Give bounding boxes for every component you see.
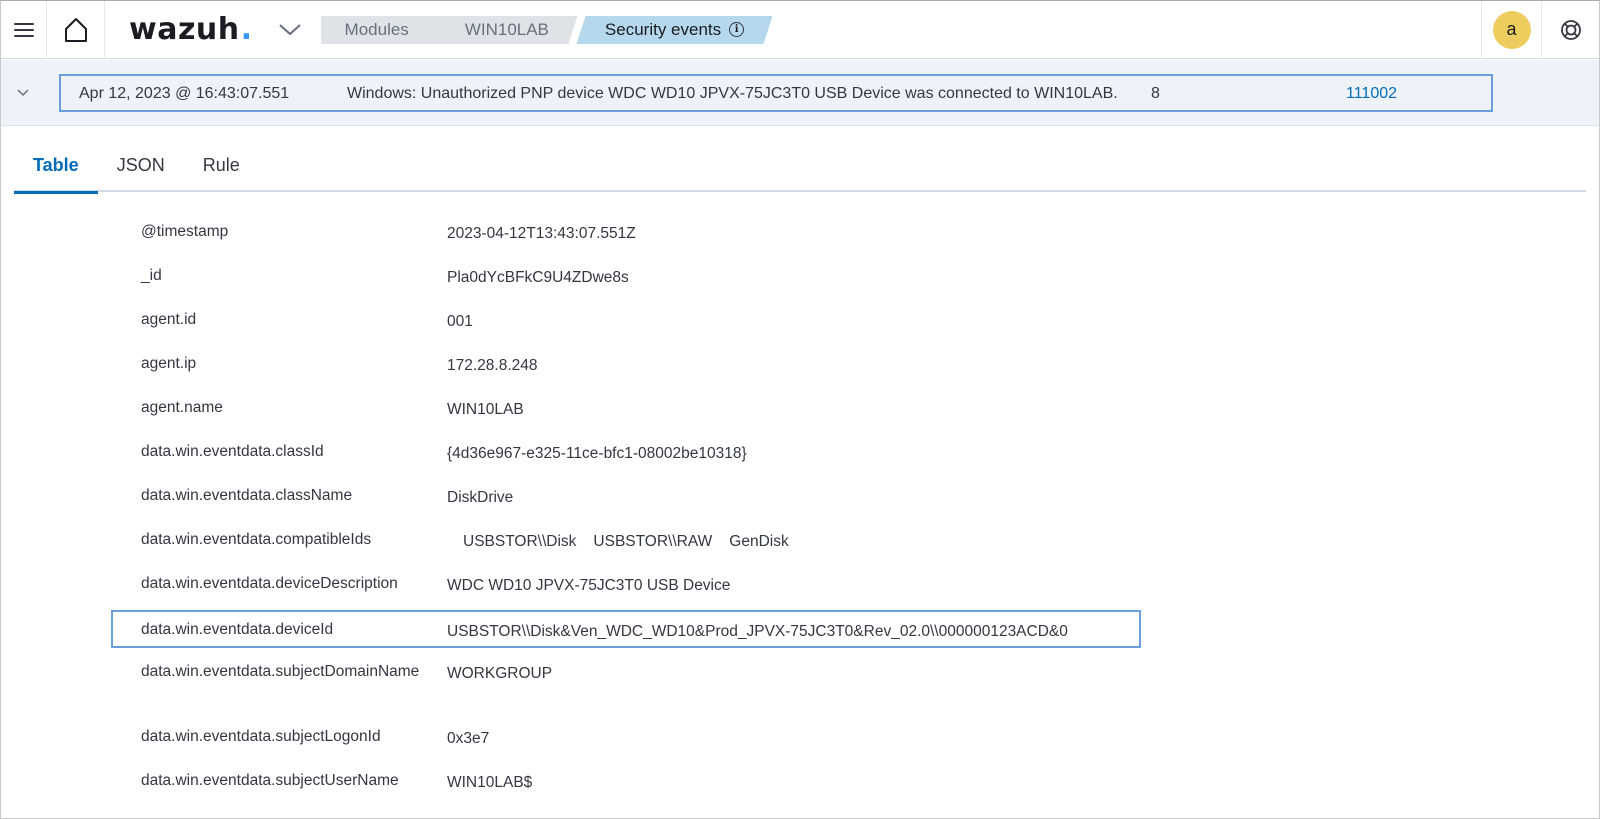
field-name: data.win.eventdata.compatibleIds (141, 531, 372, 548)
field-value: {4d36e967-e325-11ce-bfc1-08002be10318} (447, 445, 747, 462)
event-summary-band: Apr 12, 2023 @ 16:43:07.551 Windows: Una… (1, 60, 1599, 126)
field-value: 0x3e7 (447, 730, 490, 747)
field-value: WDC WD10 JPVX-75JC3T0 USB Device (447, 577, 731, 594)
wazuh-logo[interactable]: wazuh. (129, 12, 253, 47)
chevron-down-icon (278, 23, 301, 35)
breadcrumb-label: Security events (604, 19, 722, 39)
field-value-item: GenDisk (729, 533, 789, 550)
field-name: _id (141, 267, 162, 284)
info-icon[interactable]: i (729, 22, 745, 37)
breadcrumb-security-events[interactable]: Security events i (581, 16, 768, 44)
field-value-item: USBSTOR\\Disk (463, 533, 577, 550)
tab-table[interactable]: Table (14, 144, 98, 194)
field-value: WIN10LAB (447, 401, 524, 418)
app-menu-toggle[interactable] (275, 15, 305, 45)
field-value: 001 (447, 313, 473, 330)
field-name: data.win.eventdata.className (141, 487, 353, 504)
field-value: 2023-04-12T13:43:07.551Z (447, 225, 636, 242)
field-name: data.win.eventdata.subjectDomainName (141, 663, 420, 680)
field-name: agent.id (141, 311, 197, 328)
tab-rule[interactable]: Rule (184, 144, 259, 192)
avatar[interactable]: a (1492, 10, 1531, 49)
table-row-selected[interactable]: data.win.eventdata.deviceId USBSTOR\\Dis… (111, 610, 1141, 648)
logo-text: wazuh (129, 12, 240, 47)
field-name: data.win.eventdata.classId (141, 443, 324, 460)
field-name: @timestamp (141, 223, 229, 240)
field-value: WORKGROUP (447, 665, 553, 682)
breadcrumb-label: WIN10LAB (464, 19, 549, 39)
event-row[interactable]: Apr 12, 2023 @ 16:43:07.551 Windows: Una… (59, 74, 1493, 112)
event-timestamp: Apr 12, 2023 @ 16:43:07.551 (79, 85, 290, 102)
breadcrumb: Modules WIN10LAB Security events i (320, 15, 763, 45)
tab-json[interactable]: JSON (98, 144, 184, 192)
field-name: data.win.eventdata.deviceDescription (141, 575, 398, 592)
app-frame: wazuh. Modules WIN10LAB Security events … (0, 0, 1600, 819)
home-button[interactable] (47, 1, 105, 59)
field-name: data.win.eventdata.subjectUserName (141, 772, 399, 789)
field-value: 172.28.8.248 (447, 357, 538, 374)
field-name: agent.ip (141, 355, 197, 372)
breadcrumb-agent[interactable]: WIN10LAB (441, 16, 573, 44)
home-icon (64, 17, 87, 42)
event-rule-id-link[interactable]: 111002 (1346, 85, 1397, 103)
top-header: wazuh. Modules WIN10LAB Security events … (1, 1, 1599, 59)
breadcrumb-label: Modules (344, 19, 409, 39)
header-actions: a (1481, 1, 1599, 59)
logo-dot: . (240, 12, 253, 47)
menu-button[interactable] (1, 1, 47, 59)
help-button[interactable] (1541, 1, 1599, 59)
field-value-item: USBSTOR\\RAW (593, 533, 713, 550)
field-value: USBSTOR\\Disk&Ven_WDC_WD10&Prod_JPVX-75J… (447, 623, 1068, 640)
help-lifebuoy-icon (1560, 19, 1581, 40)
field-name: data.win.eventdata.deviceId (141, 621, 334, 638)
event-description: Windows: Unauthorized PNP device WDC WD1… (347, 85, 1118, 102)
field-name: agent.name (141, 399, 223, 416)
detail-tabs: Table JSON Rule (14, 144, 1586, 194)
collapse-event-button[interactable] (13, 82, 33, 102)
breadcrumb-modules[interactable]: Modules (320, 15, 438, 44)
hamburger-menu-icon (13, 22, 34, 37)
user-menu: a (1481, 1, 1541, 59)
field-value: WIN10LAB$ (447, 774, 533, 791)
field-value: Pla0dYcBFkC9U4ZDwe8s (447, 269, 629, 286)
field-value: DiskDrive (447, 489, 514, 506)
field-value-list: USBSTOR\\Disk USBSTOR\\RAW GenDisk (463, 531, 806, 552)
event-level: 8 (1151, 85, 1160, 102)
field-name: data.win.eventdata.subjectLogonId (141, 728, 381, 745)
chevron-down-icon (17, 88, 29, 96)
